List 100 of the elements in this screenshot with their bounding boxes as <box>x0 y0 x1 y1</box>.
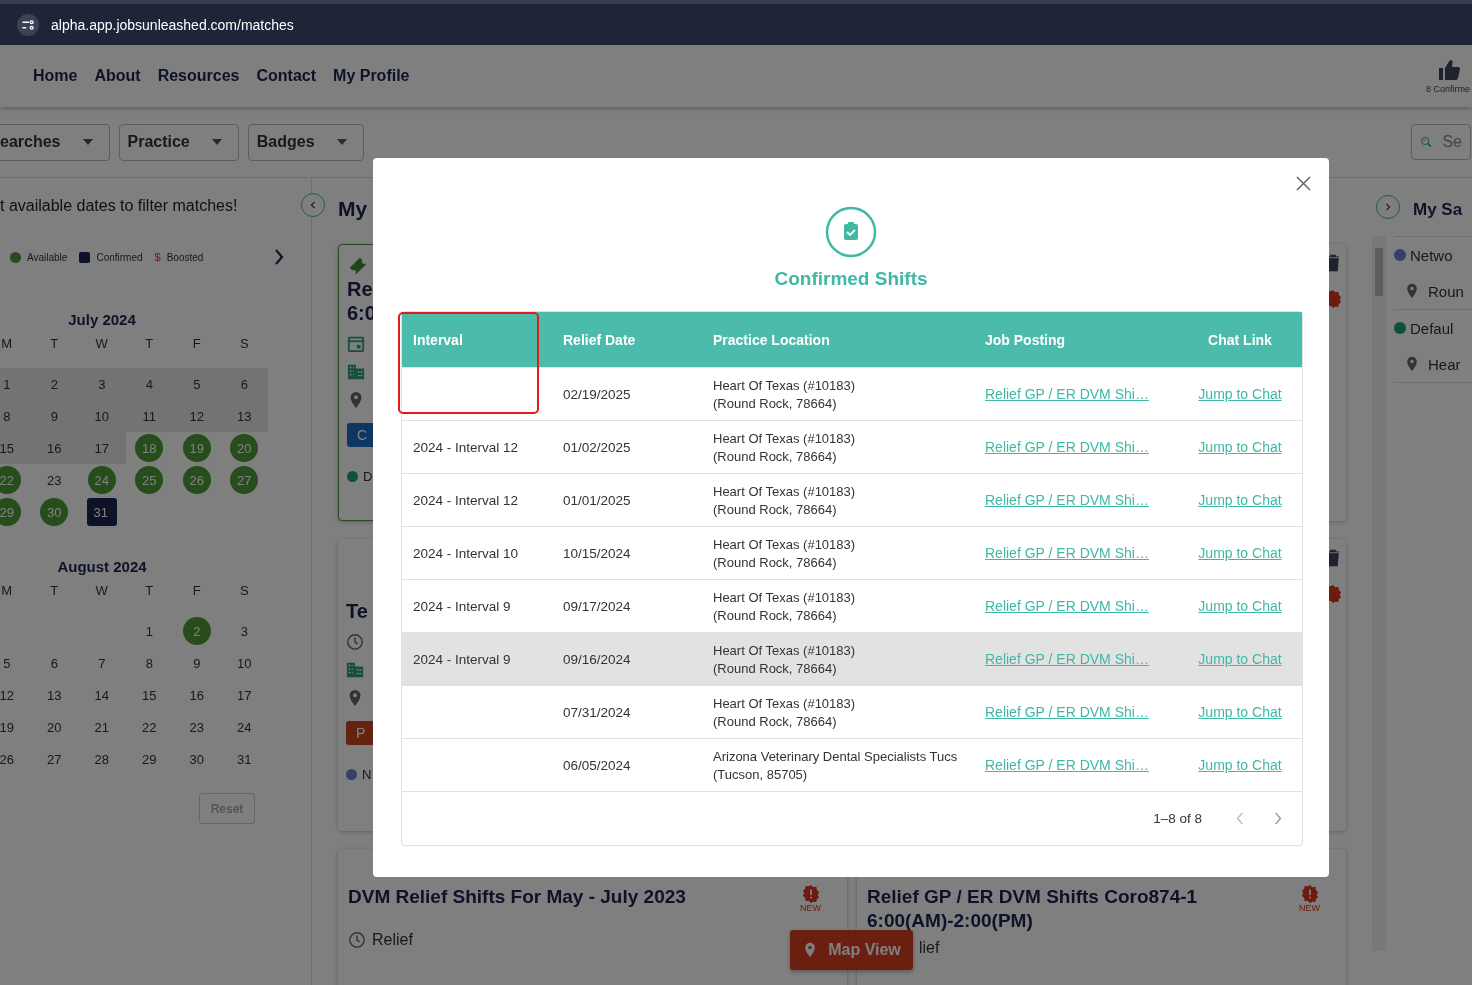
chat-link[interactable]: Jump to Chat <box>1198 545 1282 561</box>
chat-link[interactable]: Jump to Chat <box>1198 757 1282 773</box>
table-cell: 2024 - Interval 12 <box>413 492 519 508</box>
calendar-day[interactable]: 31 <box>86 498 117 526</box>
job-posting-link[interactable]: Relief GP / ER DVM Shi… <box>985 492 1149 508</box>
table-cell-text: Arizona Veterinary Dental Specialists Tucs <box>713 748 959 764</box>
table-cell-text: Heart Of Texas (#10183) <box>713 695 857 711</box>
filter-dropdown[interactable]: Practice <box>118 123 239 161</box>
calendar-day[interactable]: 25 <box>135 466 164 494</box>
nav-link[interactable]: Contact <box>256 67 317 85</box>
calendar-day: 23 <box>40 466 69 494</box>
table-row[interactable]: 2024 - Interval 9 09/16/2024 Heart Of Texas (#10183) (Round Rock, 78664) Relief GP / ER DVM Shi… Jump to Chat <box>402 632 1302 685</box>
filter-dropdown[interactable]: earches <box>0 123 110 161</box>
calendar-day: 2 <box>30 368 78 400</box>
calendar-day: 12 <box>173 400 221 432</box>
calendar-day[interactable]: 22 <box>0 466 21 494</box>
calendar-day: 5 <box>0 649 21 677</box>
chat-link[interactable]: Jump to Chat <box>1198 386 1282 402</box>
legend-label: Confirmed <box>96 251 143 263</box>
dollar-sign: $ <box>154 251 161 263</box>
calendar-day[interactable]: 2 <box>182 617 211 645</box>
column-header: Chat Link <box>1207 331 1273 348</box>
status-chip: P <box>346 721 376 745</box>
job-posting-link[interactable]: Relief GP / ER DVM Shi… <box>985 757 1149 773</box>
table-cell-text: Heart Of Texas (#10183) <box>713 483 857 499</box>
section-heading: My Sa <box>1413 200 1463 221</box>
card-title: Te <box>346 599 368 623</box>
weekday-label: T <box>49 336 60 353</box>
chat-link[interactable]: Jump to Chat <box>1198 492 1282 508</box>
confirmed-shifts-button[interactable]: 8 Confirme <box>1426 58 1472 94</box>
calendar-day: 17 <box>78 432 126 464</box>
calendar-day[interactable]: 19 <box>182 434 211 462</box>
calendar-day: 1 <box>0 368 31 400</box>
calendar-day: 13 <box>40 681 69 709</box>
chat-link[interactable]: Jump to Chat <box>1198 439 1282 455</box>
job-posting-link[interactable]: Relief GP / ER DVM Shi… <box>985 598 1149 614</box>
address-bar[interactable]: alpha.app.jobsunleashed.com/matches <box>0 0 1472 45</box>
table-cell: 2024 - Interval 9 <box>413 598 511 614</box>
weekday-label: M <box>0 336 14 353</box>
calendar-day: 13 <box>220 400 268 432</box>
shift-type: Relief <box>372 931 413 949</box>
job-posting-link[interactable]: Relief GP / ER DVM Shi… <box>985 651 1149 667</box>
card-title: Relief GP / ER DVM Shifts Coro874-1 <box>867 885 1198 909</box>
table-cell-text: (Tucson, 85705) <box>713 766 809 782</box>
calendar-day: 8 <box>0 400 31 432</box>
table-cell: 02/19/2025 <box>563 386 631 402</box>
table-cell: 09/17/2024 <box>563 598 631 614</box>
calendar-day[interactable]: 20 <box>230 434 259 462</box>
calendar-day: 7 <box>87 649 116 677</box>
filter-dropdown[interactable]: Badges <box>247 123 364 161</box>
table-cell: 09/16/2024 <box>563 651 631 667</box>
calendar-day: 16 <box>30 432 78 464</box>
weekday-label: F <box>191 336 202 353</box>
job-posting-link[interactable]: Relief GP / ER DVM Shi… <box>985 545 1149 561</box>
calendar-day: 15 <box>135 681 164 709</box>
chat-link[interactable]: Jump to Chat <box>1198 704 1282 720</box>
table-cell: 01/02/2025 <box>563 439 631 455</box>
calendar-day[interactable]: 30 <box>40 498 69 526</box>
calendar-day: 31 <box>230 745 259 773</box>
saved-item-label[interactable]: Hear <box>1428 355 1461 373</box>
weekday-label: S <box>238 336 250 353</box>
nav-link[interactable]: Home <box>33 67 78 85</box>
nav-link[interactable]: My Profile <box>333 67 410 85</box>
search-button[interactable]: Se <box>1411 124 1471 160</box>
calendar-day[interactable]: 27 <box>230 466 259 494</box>
calendar-day: 3 <box>78 368 126 400</box>
weekday-label: F <box>191 583 202 600</box>
job-posting-link[interactable]: Relief GP / ER DVM Shi… <box>985 439 1149 455</box>
chat-link[interactable]: Jump to Chat <box>1198 598 1282 614</box>
table-cell-text: Heart Of Texas (#10183) <box>713 589 857 605</box>
weekday-label: M <box>0 583 14 600</box>
confirmed-count: 8 Confirme <box>1426 84 1470 94</box>
table-cell: 2024 - Interval 10 <box>413 545 519 561</box>
chat-link[interactable]: Jump to Chat <box>1198 651 1282 667</box>
saved-item-label[interactable]: Defaul <box>1410 319 1454 337</box>
calendar-day: 6 <box>40 649 69 677</box>
calendar-day: 12 <box>0 681 21 709</box>
saved-item-label[interactable]: Roun <box>1428 282 1464 300</box>
url-text: alpha.app.jobsunleashed.com/matches <box>51 16 294 33</box>
calendar-hint: t available dates to filter matches! <box>0 196 239 215</box>
calendar-day: 15 <box>0 432 31 464</box>
table-cell-text: (Round Rock, 78664) <box>713 713 838 729</box>
calendar-day[interactable]: 29 <box>0 498 21 526</box>
job-posting-link[interactable]: Relief GP / ER DVM Shi… <box>985 704 1149 720</box>
table-cell: 2024 - Interval 12 <box>413 439 519 455</box>
job-posting-link[interactable]: Relief GP / ER DVM Shi… <box>985 386 1149 402</box>
card-title: Re <box>347 277 373 301</box>
calendar-day[interactable]: 24 <box>87 466 116 494</box>
table-cell: 07/31/2024 <box>563 704 631 720</box>
calendar-day: 10 <box>230 649 259 677</box>
calendar-day[interactable]: 18 <box>135 434 164 462</box>
calendar-day: 4 <box>125 368 173 400</box>
calendar-day[interactable]: 26 <box>182 466 211 494</box>
column-header: Job Posting <box>984 331 1067 348</box>
nav-link[interactable]: Resources <box>157 67 240 85</box>
nav-link[interactable]: About <box>94 67 141 85</box>
map-view-button[interactable]: Map View <box>790 930 913 970</box>
card-title: DVM Relief Shifts For May - July 2023 <box>348 885 686 909</box>
saved-item-label[interactable]: Netwo <box>1410 246 1453 264</box>
calendar-day: 6 <box>220 368 268 400</box>
